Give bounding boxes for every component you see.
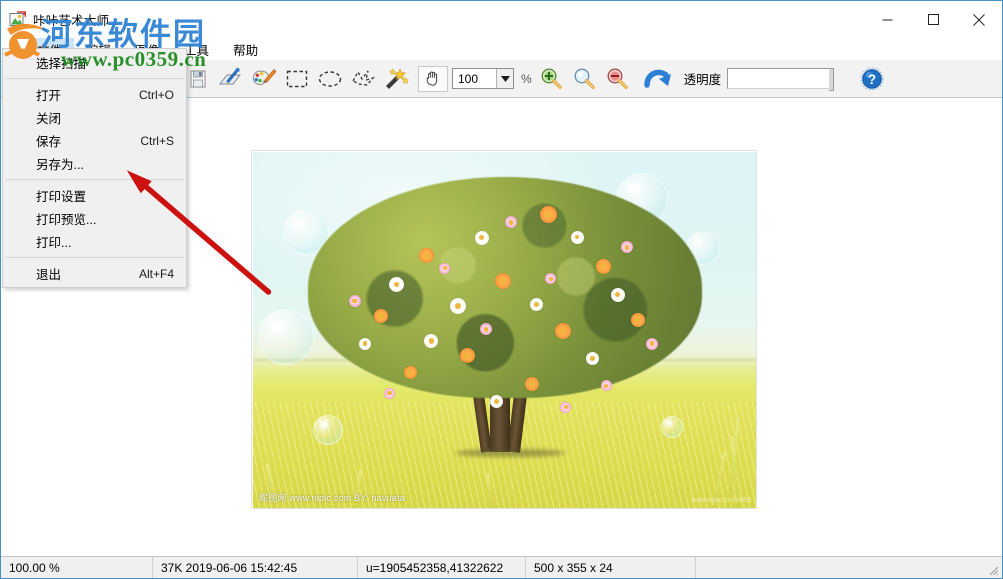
- lasso-select-icon[interactable]: [346, 62, 379, 95]
- image-watermark-right: www.nipic.com/859: [691, 497, 751, 504]
- ellipse-select-icon[interactable]: [313, 62, 346, 95]
- status-zoom: 100.00 %: [1, 557, 153, 578]
- menu-item-save[interactable]: 保存 Ctrl+S: [3, 129, 186, 152]
- status-bar: 100.00 % 37K 2019-06-06 15:42:45 u=19054…: [1, 556, 1002, 578]
- menu-item-print-setup[interactable]: 打印设置: [3, 184, 186, 207]
- status-coordinates: u=1905452358,41322622: [358, 557, 526, 578]
- svg-text:?: ?: [868, 72, 876, 87]
- art-master-icon: [9, 11, 27, 28]
- close-button[interactable]: [956, 1, 1002, 38]
- status-empty-panel: [696, 557, 1002, 578]
- rotate-icon[interactable]: [640, 62, 678, 95]
- zoom-actual-icon[interactable]: [568, 62, 601, 95]
- menu-separator: [5, 257, 184, 258]
- menu-separator: [5, 179, 184, 180]
- zoom-out-icon[interactable]: [601, 62, 634, 95]
- menu-item-save-as[interactable]: 另存为...: [3, 152, 186, 175]
- application-window: 咔咔艺术大师 文件 编辑 图像 工具 帮助: [0, 0, 1003, 579]
- image-frame: 昵图网 www.nipic.com BY: navuata www.nipic.…: [251, 150, 757, 509]
- status-file-info: 37K 2019-06-06 15:42:45: [153, 557, 358, 578]
- status-dimensions: 500 x 355 x 24: [526, 557, 696, 578]
- menu-separator: [5, 78, 184, 79]
- menu-item-open[interactable]: 打开 Ctrl+O: [3, 83, 186, 106]
- pen-tablet-icon[interactable]: [214, 62, 247, 95]
- zoom-level-combobox[interactable]: 100: [452, 68, 514, 89]
- resize-grip-icon[interactable]: [985, 562, 999, 576]
- file-menu-popup[interactable]: 选择扫描 打开 Ctrl+O 关闭 保存 Ctrl+S 另存为... 打印设置 …: [2, 48, 187, 288]
- minimize-button[interactable]: [864, 1, 910, 38]
- transparency-slider[interactable]: [727, 68, 835, 91]
- menu-item-close[interactable]: 关闭: [3, 106, 186, 129]
- title-bar: 咔咔艺术大师: [1, 1, 1002, 38]
- maximize-button[interactable]: [910, 1, 956, 38]
- paint-palette-icon[interactable]: [247, 62, 280, 95]
- menu-item-print[interactable]: 打印...: [3, 230, 186, 253]
- document-image: 昵图网 www.nipic.com BY: navuata www.nipic.…: [253, 152, 756, 508]
- menu-help[interactable]: 帮助: [221, 38, 270, 61]
- zoom-in-icon[interactable]: [535, 62, 568, 95]
- chevron-down-icon[interactable]: [496, 69, 513, 88]
- rectangle-select-icon[interactable]: [280, 62, 313, 95]
- menu-item-print-preview[interactable]: 打印预览...: [3, 207, 186, 230]
- window-controls: [864, 1, 1002, 38]
- help-icon[interactable]: ?: [855, 62, 888, 95]
- window-title: 咔咔艺术大师: [33, 14, 110, 28]
- zoom-level-value: 100: [458, 71, 479, 86]
- transparency-label: 透明度: [683, 73, 722, 87]
- menu-item-select-scan[interactable]: 选择扫描: [3, 51, 186, 74]
- hand-pan-icon[interactable]: [418, 65, 448, 92]
- percent-symbol: %: [521, 71, 532, 86]
- magic-wand-icon[interactable]: [379, 62, 412, 95]
- menu-item-exit[interactable]: 退出 Alt+F4: [3, 262, 186, 285]
- image-watermark-left: 昵图网 www.nipic.com BY: navuata: [259, 493, 405, 503]
